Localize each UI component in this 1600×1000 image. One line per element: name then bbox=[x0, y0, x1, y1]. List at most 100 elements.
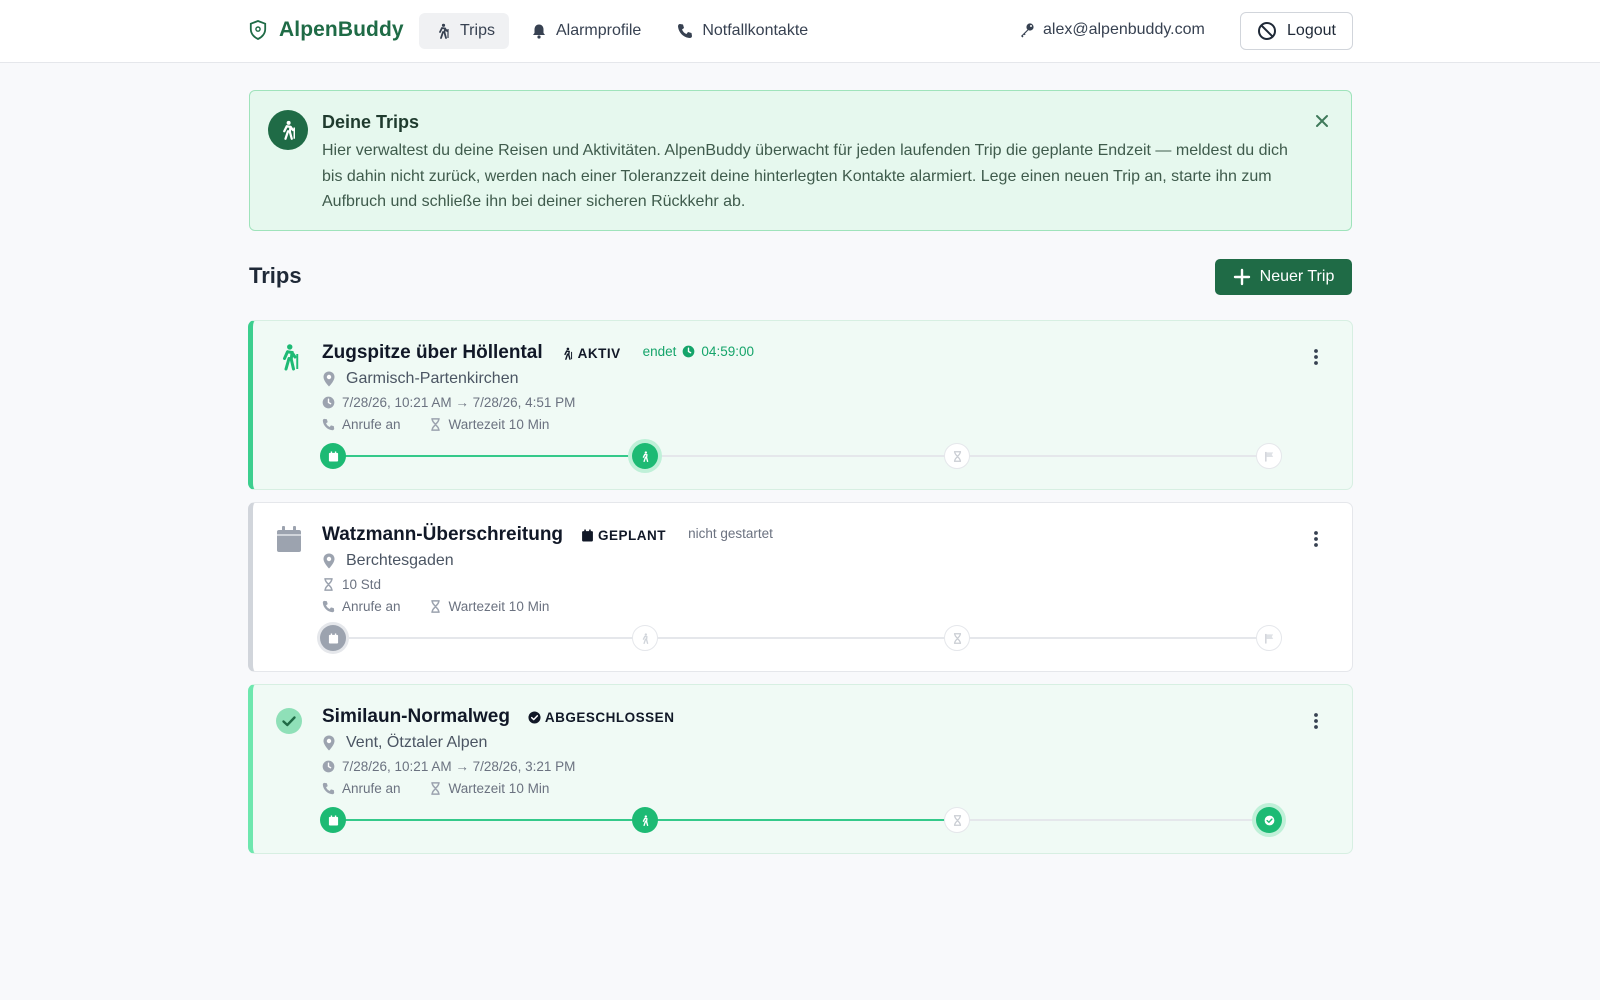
step-planned bbox=[320, 625, 346, 651]
trip-name: Zugspitze über Höllental bbox=[322, 342, 543, 363]
more-options-button[interactable] bbox=[1304, 709, 1328, 733]
calendar-icon bbox=[328, 814, 338, 826]
step-finished bbox=[1256, 443, 1282, 469]
hourglass-icon bbox=[430, 600, 440, 613]
new-trip-button[interactable]: Neuer Trip bbox=[1215, 259, 1352, 295]
countdown-value: 04:59:00 bbox=[701, 343, 754, 359]
step-overdue bbox=[944, 625, 970, 651]
progress-timeline bbox=[320, 443, 1282, 469]
trip-meta: Anrufe an Wartezeit 10 Min bbox=[322, 599, 549, 614]
status-badge: GEPLANT bbox=[581, 528, 666, 543]
brand-name: AlpenBuddy bbox=[279, 18, 404, 41]
bell-icon bbox=[532, 24, 545, 39]
banner-title: Deine Trips bbox=[322, 112, 420, 132]
trip-card[interactable]: Similaun-Normalweg ABGESCHLOSSEN Vent, Ö… bbox=[248, 684, 1353, 854]
more-vertical-icon bbox=[1314, 531, 1318, 547]
nav-item-notfallkontakte[interactable]: Notfallkontakte bbox=[661, 13, 822, 49]
status-badge: ABGESCHLOSSEN bbox=[528, 710, 675, 725]
phone-icon bbox=[678, 24, 693, 38]
wait-label: Wartezeit 10 Min bbox=[448, 781, 550, 796]
trip-meta: Anrufe an Wartezeit 10 Min bbox=[322, 781, 549, 796]
call-label: Anrufe an bbox=[342, 599, 401, 614]
trip-card[interactable]: Zugspitze über Höllental AKTIV endet 04:… bbox=[248, 320, 1353, 490]
flag-icon bbox=[1264, 451, 1273, 462]
time-range: 7/28/26, 10:21 AM → 7/28/26, 4:51 PM bbox=[342, 395, 576, 410]
trip-meta: Anrufe an Wartezeit 10 Min bbox=[322, 417, 549, 432]
trip-duration: 10 Std bbox=[322, 577, 381, 592]
duration-label: 10 Std bbox=[342, 577, 382, 592]
clock-icon bbox=[322, 760, 335, 773]
status-badge: AKTIV bbox=[561, 346, 621, 361]
step-planned bbox=[320, 807, 346, 833]
calendar-icon bbox=[328, 632, 338, 644]
step-overdue bbox=[944, 443, 970, 469]
key-icon bbox=[1021, 23, 1034, 38]
trip-name: Similaun-Normalweg bbox=[322, 706, 510, 727]
status-label: AKTIV bbox=[577, 345, 621, 361]
more-vertical-icon bbox=[1314, 713, 1318, 729]
ends-countdown: endet 04:59:00 bbox=[643, 344, 754, 359]
more-options-button[interactable] bbox=[1304, 527, 1328, 551]
step-active bbox=[632, 807, 658, 833]
hiker-icon bbox=[642, 632, 648, 644]
main-nav: Trips Alarmprofile Notfallkontakte bbox=[419, 13, 822, 49]
more-vertical-icon bbox=[1314, 349, 1318, 365]
user-email: alex@alpenbuddy.com bbox=[1043, 21, 1205, 38]
user-account: alex@alpenbuddy.com bbox=[1019, 21, 1205, 39]
trip-header: Watzmann-Überschreitung GEPLANT nicht ge… bbox=[322, 524, 773, 546]
banner-text: Hier verwaltest du deine Reisen und Akti… bbox=[322, 142, 1288, 210]
step-overdue bbox=[944, 807, 970, 833]
progress-timeline bbox=[320, 807, 1282, 833]
flag-icon bbox=[1264, 633, 1273, 644]
nav-item-alarmprofile[interactable]: Alarmprofile bbox=[515, 13, 655, 49]
step-active bbox=[632, 443, 658, 469]
timeline-fill bbox=[333, 455, 645, 457]
brand[interactable]: AlpenBuddy bbox=[249, 18, 404, 42]
map-pin-icon bbox=[323, 735, 335, 751]
location-label: Vent, Ötztaler Alpen bbox=[346, 734, 488, 751]
wait-label: Wartezeit 10 Min bbox=[448, 417, 550, 432]
trip-name: Watzmann-Überschreitung bbox=[322, 524, 564, 545]
close-banner-button[interactable] bbox=[1312, 111, 1332, 131]
new-trip-label: Neuer Trip bbox=[1259, 268, 1335, 285]
logout-label: Logout bbox=[1287, 22, 1336, 39]
clock-icon bbox=[683, 345, 695, 357]
phone-icon bbox=[322, 418, 335, 431]
hiker-icon bbox=[642, 814, 648, 826]
hourglass-icon bbox=[324, 578, 333, 591]
hourglass-icon bbox=[953, 814, 961, 826]
clock-icon bbox=[322, 396, 335, 409]
nav-item-label: Trips bbox=[460, 22, 495, 39]
hiker-icon bbox=[283, 120, 295, 140]
hiker-icon bbox=[439, 23, 449, 39]
location-label: Garmisch-Partenkirchen bbox=[346, 370, 519, 387]
trip-time: 7/28/26, 10:21 AM → 7/28/26, 4:51 PM bbox=[322, 395, 575, 410]
logout-button[interactable]: Logout bbox=[1240, 12, 1353, 50]
nav-item-label: Notfallkontakte bbox=[702, 22, 809, 39]
ban-icon bbox=[1258, 22, 1277, 40]
location-label: Berchtesgaden bbox=[346, 552, 454, 569]
step-planned bbox=[320, 443, 346, 469]
trip-location: Vent, Ötztaler Alpen bbox=[322, 734, 487, 752]
hourglass-icon bbox=[430, 418, 440, 431]
ends-label: endet bbox=[642, 343, 677, 359]
hiker-icon bbox=[642, 450, 648, 462]
info-banner: Deine Trips Hier verwaltest du deine Rei… bbox=[249, 90, 1352, 231]
call-label: Anrufe an bbox=[342, 781, 401, 796]
trip-card[interactable]: Watzmann-Überschreitung GEPLANT nicht ge… bbox=[248, 502, 1353, 672]
map-pin-icon bbox=[323, 371, 335, 387]
plus-icon bbox=[1233, 268, 1250, 286]
nav-item-trips[interactable]: Trips bbox=[419, 13, 509, 49]
trip-time: 7/28/26, 10:21 AM → 7/28/26, 3:21 PM bbox=[322, 759, 575, 774]
phone-icon bbox=[322, 600, 335, 613]
banner-badge bbox=[268, 110, 308, 150]
more-options-button[interactable] bbox=[1304, 345, 1328, 369]
hourglass-icon bbox=[953, 450, 961, 462]
progress-timeline bbox=[320, 625, 1282, 651]
hiker-icon bbox=[275, 343, 303, 371]
call-label: Anrufe an bbox=[342, 417, 401, 432]
not-started-label: nicht gestartet bbox=[688, 525, 773, 541]
calendar-icon bbox=[328, 450, 338, 462]
top-navigation-bar: AlpenBuddy Trips Alarmprofile Notfallkon… bbox=[0, 0, 1600, 63]
status-label: GEPLANT bbox=[598, 527, 667, 543]
